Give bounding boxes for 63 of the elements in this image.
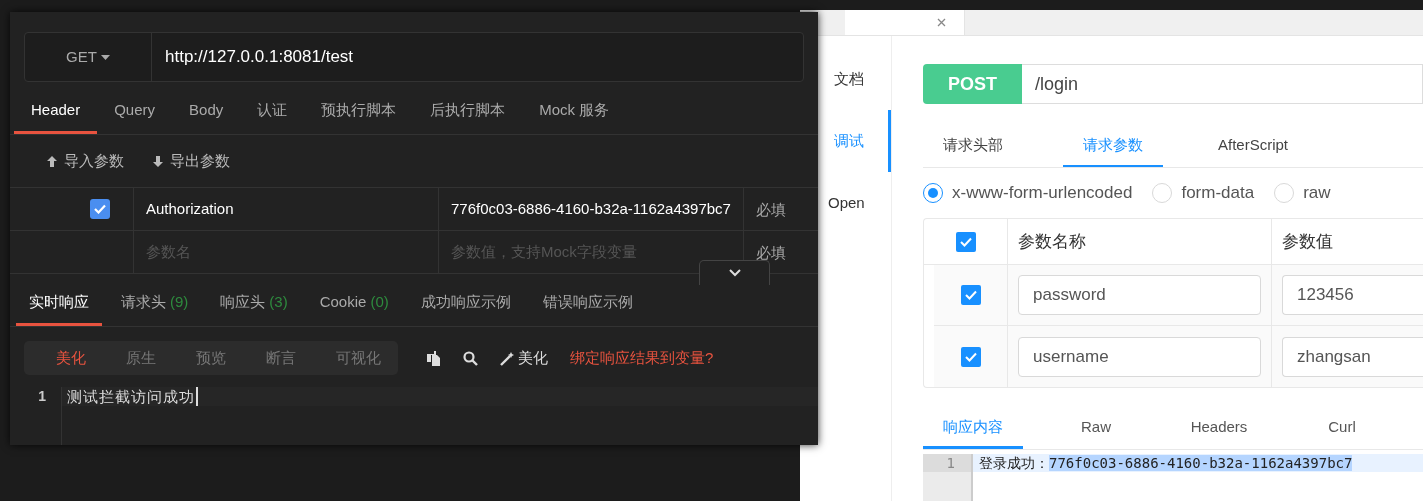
tab[interactable]: 认证 (240, 90, 305, 134)
check-icon (94, 204, 106, 214)
input-field[interactable]: 123456 (1282, 275, 1423, 315)
tab[interactable]: Headers (1169, 408, 1269, 449)
tab[interactable]: 后执行脚本 (413, 90, 523, 134)
tab[interactable]: Curl (1292, 408, 1392, 449)
check-icon (964, 290, 977, 300)
import-button[interactable]: 导入参数 (46, 149, 124, 173)
required-label: 必填 (756, 200, 786, 221)
close-icon (937, 18, 946, 27)
magic-wand-icon (500, 350, 515, 366)
response-tab[interactable]: 实时响应 (16, 282, 102, 326)
sidebar-item[interactable]: 文档 (819, 48, 891, 110)
response-tab[interactable]: 响应头 (3) (207, 282, 301, 326)
count-label: (9) (170, 293, 189, 311)
tab[interactable]: Mock 服务 (522, 90, 627, 134)
check-icon (964, 351, 977, 362)
response-tab[interactable]: 错误响应示例 (529, 282, 646, 326)
checkbox[interactable] (955, 231, 976, 252)
sidebar-item[interactable]: Open (819, 172, 891, 234)
export-button[interactable]: 导出参数 (152, 149, 230, 173)
collapse-button[interactable] (699, 260, 770, 285)
column-header: 参数名称 (1018, 230, 1086, 253)
response-tab[interactable]: 请求头 (9) (108, 282, 202, 326)
path-field[interactable]: /login (1022, 64, 1423, 104)
radio-option[interactable]: form-data (1152, 180, 1255, 206)
tab[interactable]: Raw (1046, 408, 1146, 449)
check-icon (959, 236, 972, 247)
header-value: 776f0c03-6886-4160-b32a-1162a4397bc7 (451, 198, 731, 219)
search-button[interactable] (463, 350, 478, 366)
input-field[interactable]: username (1018, 336, 1261, 377)
tab[interactable]: Body (172, 90, 241, 134)
count-label: (0) (370, 293, 389, 311)
line-number: 1 (37, 387, 47, 406)
view-mode-tab[interactable]: 美化 (46, 346, 112, 370)
checkbox[interactable] (960, 285, 981, 305)
tab[interactable]: 预执行脚本 (304, 90, 414, 134)
radio-option[interactable]: raw (1274, 180, 1331, 206)
count-label: (3) (269, 293, 288, 311)
response-tab[interactable]: 成功响应示例 (407, 282, 524, 326)
response-tab[interactable]: Cookie (0) (306, 282, 402, 326)
tab[interactable]: Header (14, 90, 98, 134)
column-header: 参数值 (1282, 230, 1333, 253)
tab[interactable]: AfterScript (1203, 125, 1303, 167)
input-field[interactable]: password (1018, 275, 1261, 315)
code-line: 登录成功：776f0c03-6886-4160-b32a-1162a4397bc7 (979, 454, 1353, 472)
radio-option[interactable]: x-www-form-urlencoded (923, 180, 1133, 206)
bind-variable-link[interactable]: 绑定响应结果到变量? (570, 346, 714, 370)
required-label: 必填 (756, 243, 786, 264)
method-badge: POST (923, 64, 1022, 104)
code-line: 测试拦截访问成功 (67, 387, 198, 406)
tab[interactable]: 请求头部 (923, 125, 1023, 167)
up-arrow-icon (46, 154, 58, 168)
down-arrow-icon (152, 154, 164, 168)
input-field[interactable]: zhangsan (1282, 336, 1423, 377)
beautify-button[interactable]: 美化 (500, 346, 548, 370)
line-number: 1 (923, 454, 971, 472)
chevron-down-icon (728, 269, 741, 277)
checkbox[interactable] (960, 346, 981, 367)
search-icon (463, 350, 478, 366)
header-name: Authorization (146, 198, 234, 219)
tab[interactable]: Query (97, 90, 173, 134)
checkbox[interactable] (90, 199, 110, 219)
